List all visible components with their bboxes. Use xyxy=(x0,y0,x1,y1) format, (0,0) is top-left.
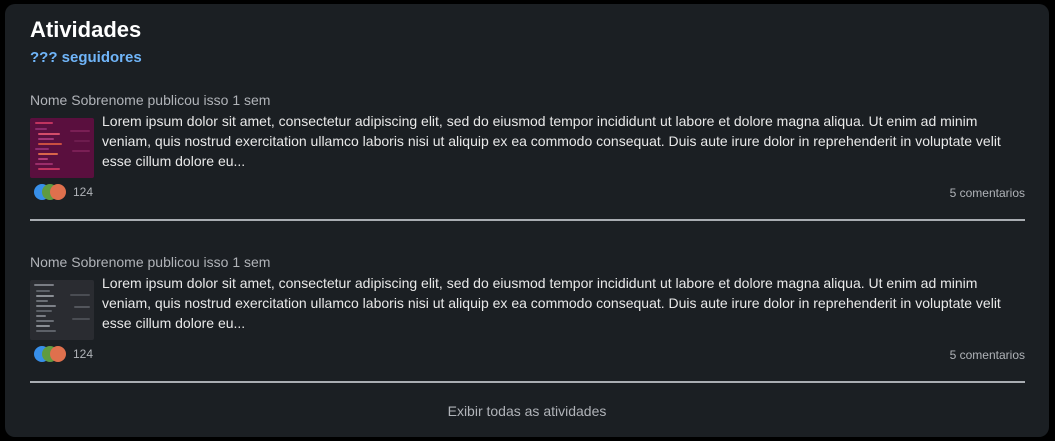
love-icon xyxy=(50,184,66,200)
section-title: Atividades xyxy=(30,17,142,42)
activity-post[interactable]: Nome Sobrenome publicou isso 1 sem Lorem… xyxy=(30,253,1025,383)
reaction-count[interactable]: 124 xyxy=(73,185,93,199)
activity-post[interactable]: Nome Sobrenome publicou isso 1 sem Lorem… xyxy=(30,91,1025,221)
love-icon xyxy=(50,346,66,362)
comments-count[interactable]: 5 comentarios xyxy=(950,348,1025,362)
comments-count[interactable]: 5 comentarios xyxy=(950,186,1025,200)
post-text: Lorem ipsum dolor sit amet, consectetur … xyxy=(102,275,1001,331)
divider xyxy=(30,381,1025,383)
post-header: Nome Sobrenome publicou isso 1 sem xyxy=(30,254,271,270)
post-thumbnail[interactable] xyxy=(30,280,94,340)
reactions-summary[interactable] xyxy=(34,184,68,200)
post-header: Nome Sobrenome publicou isso 1 sem xyxy=(30,92,271,108)
show-all-activities-button[interactable]: Exibir todas as atividades xyxy=(5,402,1049,420)
activity-card: Atividades ??? seguidores Nome Sobrenome… xyxy=(5,4,1049,437)
divider xyxy=(30,219,1025,221)
followers-link[interactable]: ??? seguidores xyxy=(30,49,142,67)
reaction-count[interactable]: 124 xyxy=(73,347,93,361)
post-text: Lorem ipsum dolor sit amet, consectetur … xyxy=(102,113,1001,169)
post-thumbnail[interactable] xyxy=(30,118,94,178)
reactions-summary[interactable] xyxy=(34,346,68,362)
